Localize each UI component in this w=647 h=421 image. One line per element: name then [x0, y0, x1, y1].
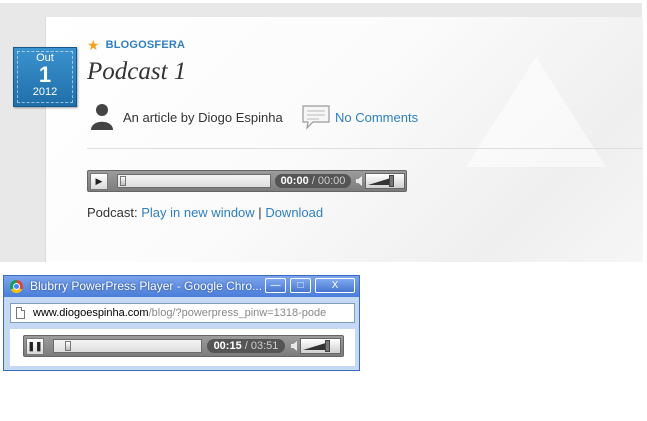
date-year: 2012 — [32, 86, 58, 98]
url-bar[interactable]: www.diogoespinha.com/blog/?powerpress_pi… — [10, 303, 355, 323]
popup-content: ❚❚ 00:15 / 03:51 — [10, 329, 355, 366]
chrome-icon — [10, 280, 23, 293]
popup-volume-slider[interactable] — [300, 338, 341, 354]
popup-time-current: 00:15 — [213, 340, 242, 352]
link-separator: | — [258, 205, 262, 220]
audio-player: ▶ 00:00 / 00:00 — [87, 170, 407, 192]
category-link[interactable]: BLOGOSFERA — [106, 39, 186, 51]
time-current: 00:00 — [280, 175, 309, 187]
popup-audio-player: ❚❚ 00:15 / 03:51 — [23, 335, 344, 357]
download-link[interactable]: Download — [265, 205, 323, 220]
time-display: 00:00 / 00:00 — [275, 174, 351, 188]
minimize-button[interactable]: — — [265, 278, 286, 293]
person-icon — [91, 104, 113, 130]
popup-time-total: 03:51 — [250, 340, 279, 352]
seek-bar[interactable] — [117, 174, 271, 188]
play-button[interactable]: ▶ — [90, 173, 108, 190]
url-domain: www.diogoespinha.com — [33, 307, 149, 319]
comments-link[interactable]: No Comments — [335, 110, 418, 125]
popup-title: Blubrry PowerPress Player - Google Chro.… — [30, 279, 263, 293]
url-path: /blog/?powerpress_pinw=1318-pode — [148, 307, 327, 319]
url-text[interactable]: www.diogoespinha.com/blog/?powerpress_pi… — [33, 307, 351, 319]
article-panel — [45, 17, 643, 262]
play-icon: ▶ — [95, 176, 103, 186]
popup-seek-bar[interactable] — [53, 339, 202, 353]
podcast-label: Podcast: — [87, 205, 138, 220]
speaker-icon[interactable] — [356, 176, 362, 186]
time-total: 00:00 — [317, 175, 346, 187]
date-badge: Out 1 2012 — [13, 47, 77, 107]
post-title[interactable]: Podcast 1 — [87, 58, 186, 86]
maximize-button[interactable]: □ — [290, 278, 311, 293]
date-day: 1 — [38, 62, 52, 87]
popup-time-display: 00:15 / 03:51 — [207, 339, 285, 353]
podcast-links: Podcast: Play in new window | Download — [87, 205, 323, 220]
speech-bubble-icon — [302, 105, 330, 130]
page-icon — [16, 307, 25, 319]
popup-seek-handle[interactable] — [65, 341, 71, 351]
play-new-window-link[interactable]: Play in new window — [141, 205, 254, 220]
seek-handle[interactable] — [120, 176, 126, 186]
popup-time-separator: / — [244, 340, 248, 352]
post-category: ★ BLOGOSFERA — [87, 38, 185, 52]
time-separator: / — [311, 175, 315, 187]
pause-icon: ❚❚ — [27, 341, 43, 351]
meta-divider — [87, 148, 642, 149]
popup-volume-handle[interactable] — [325, 340, 330, 352]
top-strip — [0, 0, 642, 3]
star-icon: ★ — [87, 37, 100, 53]
volume-handle[interactable] — [389, 175, 394, 187]
popup-window: Blubrry PowerPress Player - Google Chro.… — [3, 275, 360, 371]
author-byline: An article by Diogo Espinha — [123, 110, 283, 125]
background-watermark — [466, 57, 606, 167]
pause-button[interactable]: ❚❚ — [26, 338, 44, 355]
close-button[interactable]: X — [315, 278, 355, 293]
volume-slider[interactable] — [365, 173, 405, 189]
popup-speaker-icon[interactable] — [291, 341, 297, 351]
popup-titlebar[interactable]: Blubrry PowerPress Player - Google Chro.… — [4, 276, 359, 297]
